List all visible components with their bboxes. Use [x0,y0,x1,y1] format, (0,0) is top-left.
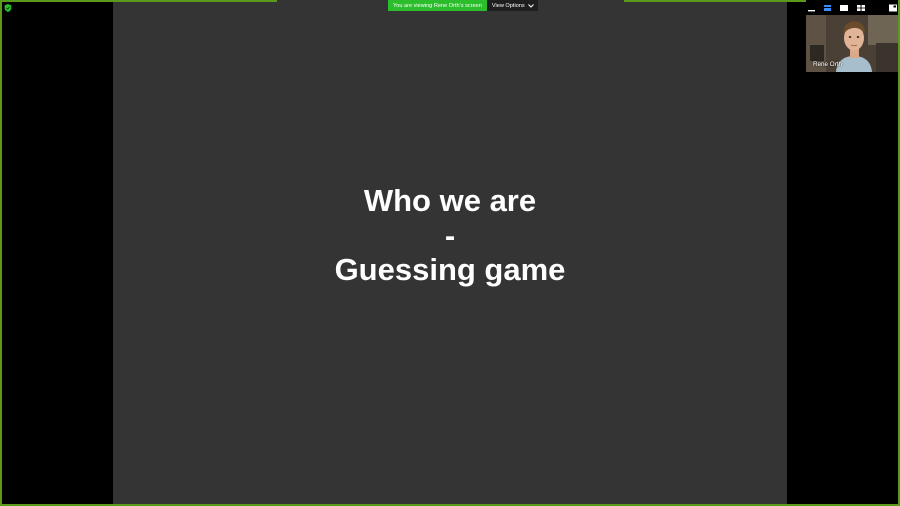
top-border-left [0,0,277,2]
single-view-icon[interactable] [840,4,848,12]
slide-text: Who we are - Guessing game [335,184,566,288]
gallery-view-icon[interactable] [857,4,865,12]
participant-video-tile[interactable]: Rene Orth [806,15,898,72]
speaker-view-icon[interactable] [824,4,831,12]
viewing-banner-text: You are viewing Rene Orth's screen [393,2,482,9]
shared-slide: Who we are - Guessing game [113,0,787,506]
shield-icon[interactable] [4,4,12,12]
chevron-down-icon [527,3,534,8]
slide-title: Who we are [363,183,537,219]
top-border-right [624,0,806,2]
share-toolbar: You are viewing Rene Orth's screen View … [388,0,538,11]
participant-name: Rene Orth [813,61,843,68]
slide-subtitle: Guessing game [334,252,566,288]
exit-fullscreen-icon[interactable] [889,4,897,12]
layout-controls [808,4,874,12]
slide-separator: - [444,217,456,253]
view-options-button[interactable]: View Options [486,0,538,11]
viewing-banner: You are viewing Rene Orth's screen [388,0,487,11]
view-options-label: View Options [491,2,525,9]
minimize-icon[interactable] [808,4,815,12]
